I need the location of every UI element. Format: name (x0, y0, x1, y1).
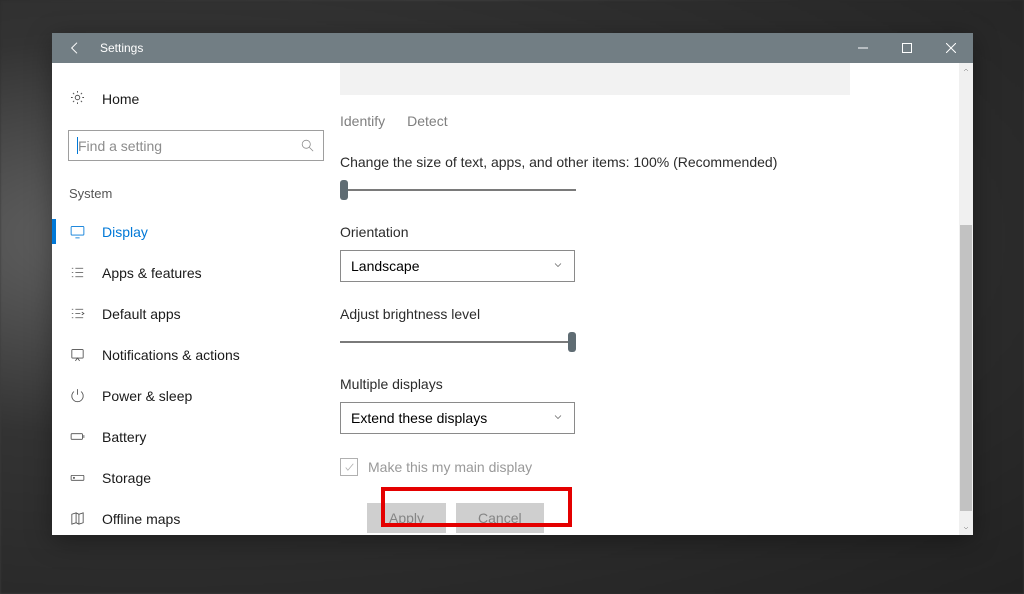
sidebar-item-storage[interactable]: Storage (52, 457, 340, 498)
sidebar-item-label: Default apps (102, 306, 181, 322)
brightness-label: Adjust brightness level (340, 306, 931, 322)
sidebar-nav: Display Apps & features Default apps Not… (52, 211, 340, 535)
back-button[interactable] (52, 33, 98, 63)
slider-track (340, 189, 576, 191)
main-display-label: Make this my main display (368, 459, 532, 475)
maximize-button[interactable] (885, 33, 929, 63)
sidebar-item-offline-maps[interactable]: Offline maps (52, 498, 340, 535)
orientation-value: Landscape (351, 258, 420, 274)
scroll-down-arrow[interactable] (959, 521, 973, 535)
slider-track (340, 341, 576, 343)
home-label: Home (102, 91, 139, 107)
main-display-checkbox[interactable] (340, 458, 358, 476)
storage-icon (69, 469, 86, 486)
search-input[interactable] (68, 130, 324, 161)
cancel-button[interactable]: Cancel (456, 503, 544, 533)
multiple-displays-label: Multiple displays (340, 376, 931, 392)
sidebar-item-power-sleep[interactable]: Power & sleep (52, 375, 340, 416)
scroll-up-arrow[interactable] (959, 63, 973, 77)
sidebar-item-default-apps[interactable]: Default apps (52, 293, 340, 334)
minimize-button[interactable] (841, 33, 885, 63)
slider-thumb[interactable] (568, 332, 576, 352)
scrollbar-thumb[interactable] (960, 225, 972, 511)
section-header: System (52, 161, 340, 211)
content-area: Identify Detect Change the size of text,… (340, 63, 973, 535)
orientation-select[interactable]: Landscape (340, 250, 575, 282)
search-icon (300, 138, 315, 153)
scale-label: Change the size of text, apps, and other… (340, 154, 931, 170)
scale-slider[interactable] (340, 180, 576, 200)
multiple-displays-select[interactable]: Extend these displays (340, 402, 575, 434)
titlebar: Settings (52, 33, 973, 63)
sidebar-item-notifications[interactable]: Notifications & actions (52, 334, 340, 375)
identify-button[interactable]: Identify (340, 113, 385, 129)
chevron-down-icon (552, 410, 564, 426)
sidebar: Home System Display (52, 63, 340, 535)
sidebar-item-label: Power & sleep (102, 388, 192, 404)
sidebar-item-label: Display (102, 224, 148, 240)
sidebar-item-label: Battery (102, 429, 146, 445)
sidebar-item-display[interactable]: Display (52, 211, 340, 252)
settings-window: Settings Home (52, 33, 973, 535)
detect-button[interactable]: Detect (407, 113, 447, 129)
sidebar-item-label: Offline maps (102, 511, 180, 527)
power-icon (69, 387, 86, 404)
sidebar-item-label: Apps & features (102, 265, 202, 281)
sidebar-item-apps-features[interactable]: Apps & features (52, 252, 340, 293)
slider-thumb[interactable] (340, 180, 348, 200)
sidebar-item-battery[interactable]: Battery (52, 416, 340, 457)
map-icon (69, 510, 86, 527)
chevron-down-icon (552, 258, 564, 274)
vertical-scrollbar[interactable] (959, 63, 973, 535)
search-field[interactable] (78, 138, 300, 154)
main-display-checkbox-row: Make this my main display (340, 458, 931, 476)
apply-button[interactable]: Apply (367, 503, 446, 533)
multiple-displays-value: Extend these displays (351, 410, 487, 426)
close-button[interactable] (929, 33, 973, 63)
display-icon (69, 223, 86, 240)
defaults-icon (69, 305, 86, 322)
display-preview-panel[interactable] (340, 63, 850, 95)
brightness-slider[interactable] (340, 332, 576, 352)
orientation-label: Orientation (340, 224, 931, 240)
window-title: Settings (100, 41, 143, 55)
notifications-icon (69, 346, 86, 363)
sidebar-item-label: Storage (102, 470, 151, 486)
sidebar-item-label: Notifications & actions (102, 347, 240, 363)
gear-icon (69, 89, 86, 109)
battery-icon (69, 428, 86, 445)
list-icon (69, 264, 86, 281)
home-button[interactable]: Home (52, 77, 340, 121)
